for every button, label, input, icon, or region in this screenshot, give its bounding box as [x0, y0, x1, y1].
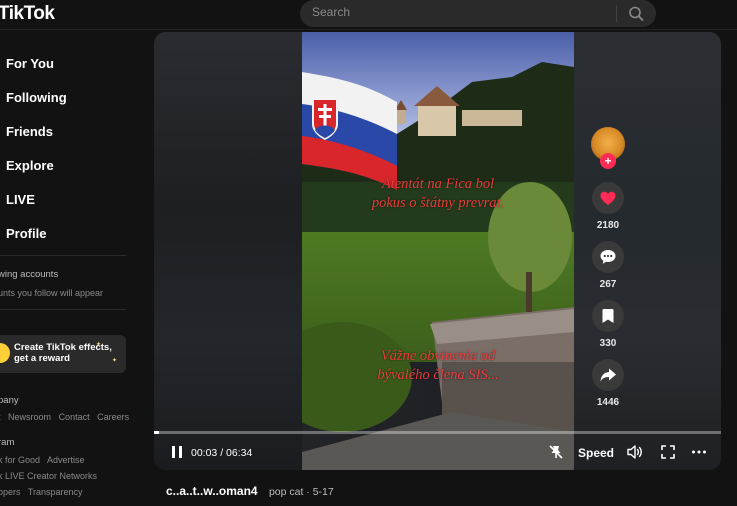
search-icon: [629, 6, 644, 21]
overlay-line: pokus o štátny prevrat.: [371, 195, 505, 211]
footer-link[interactable]: t: [0, 412, 1, 422]
footer-link-developers[interactable]: opers: [0, 487, 21, 497]
footer-link-for-good[interactable]: k for Good: [0, 455, 40, 465]
sidebar-item-for-you[interactable]: For You: [6, 56, 54, 71]
share-action[interactable]: 1446: [588, 359, 628, 408]
fullscreen-icon: [661, 445, 675, 459]
sidebar-item-explore[interactable]: Explore: [6, 158, 54, 173]
program-links-row: k LIVE Creator Networks: [0, 471, 102, 481]
create-effects-banner[interactable]: Create TikTok effects, get a reward ✦ ✦: [0, 335, 126, 373]
mini-player-button[interactable]: [547, 443, 565, 466]
company-links: t Newsroom Contact Careers: [0, 412, 134, 422]
footer-link-newsroom[interactable]: Newsroom: [8, 412, 51, 422]
sidebar-item-profile[interactable]: Profile: [6, 226, 46, 241]
search-button[interactable]: [618, 0, 656, 27]
share-count: 1446: [596, 397, 620, 408]
sidebar-divider: [0, 309, 126, 310]
more-dots-icon: [692, 450, 706, 454]
save-count: 330: [599, 338, 617, 349]
company-title: pany: [0, 395, 19, 406]
pin-off-icon: [549, 445, 563, 459]
follow-plus-button[interactable]: +: [600, 153, 616, 169]
coin-icon: [0, 343, 10, 363]
creator-username[interactable]: c..a..t..w..oman4: [166, 484, 258, 498]
program-links-row: k for Good Advertise: [0, 455, 90, 465]
search-input[interactable]: Search: [312, 5, 350, 19]
sidebar: For You Following Friends Explore LIVE P…: [0, 31, 138, 506]
pause-icon: [172, 446, 182, 458]
video-overlay-text-bottom: Vážne obvinenia od bývalého člena SIS...: [302, 347, 574, 385]
volume-icon: [627, 445, 642, 459]
sidebar-item-live[interactable]: LIVE: [6, 192, 35, 207]
sidebar-divider: [0, 255, 126, 256]
speed-button[interactable]: Speed: [578, 446, 614, 460]
player-controls: 00:03 / 06:34 Speed: [154, 434, 721, 470]
overlay-line: bývalého člena SIS...: [377, 367, 499, 383]
comment-button[interactable]: [592, 241, 624, 273]
video-player[interactable]: Atentát na Fica bol pokus o štátny prevr…: [154, 32, 721, 470]
bookmark-icon: [602, 309, 614, 323]
effects-banner-line2: get a reward: [14, 353, 70, 364]
footer-link-contact[interactable]: Contact: [59, 412, 90, 422]
overlay-line: Vážne obvinenia od: [380, 348, 496, 364]
video-frame[interactable]: Atentát na Fica bol pokus o štátny prevr…: [302, 32, 574, 470]
overlay-line: Atentát na Fica bol: [381, 176, 495, 192]
video-caption: c..a..t..w..oman4 pop cat · 5-17: [166, 484, 334, 498]
search-divider: [616, 5, 617, 22]
share-button[interactable]: [592, 359, 624, 391]
video-scene: [302, 32, 574, 470]
sparkle-icon: ✦: [112, 358, 118, 364]
like-button[interactable]: [592, 182, 624, 214]
footer-link-live-creator-networks[interactable]: k LIVE Creator Networks: [0, 471, 97, 481]
save-button[interactable]: [592, 300, 624, 332]
blurred-backdrop-left: [154, 32, 302, 470]
program-links-row: opers Transparency: [0, 487, 88, 497]
heart-icon: [600, 191, 616, 205]
following-accounts-hint: unts you follow will appear: [0, 288, 104, 298]
tiktok-logo[interactable]: TikTok: [0, 3, 55, 25]
sidebar-item-friends[interactable]: Friends: [6, 124, 53, 139]
save-action[interactable]: 330: [588, 300, 628, 349]
search-bar[interactable]: Search: [300, 0, 656, 27]
sidebar-item-following[interactable]: Following: [6, 90, 67, 105]
footer-link-careers[interactable]: Careers: [97, 412, 129, 422]
share-arrow-icon: [600, 368, 616, 382]
sparkle-icon: ✦: [96, 342, 102, 348]
video-overlay-text-top: Atentát na Fica bol pokus o štátny prevr…: [302, 175, 574, 213]
footer-link-transparency[interactable]: Transparency: [28, 487, 83, 497]
footer-link-advertise[interactable]: Advertise: [47, 455, 85, 465]
volume-button[interactable]: [626, 443, 644, 466]
like-action[interactable]: 2180: [588, 182, 628, 231]
more-options-button[interactable]: [690, 443, 708, 466]
program-title: ram: [0, 437, 15, 448]
top-header: TikTok Search: [0, 0, 737, 30]
playback-time: 00:03 / 06:34: [191, 447, 253, 459]
comment-icon: [600, 250, 616, 264]
comment-action[interactable]: 267: [588, 241, 628, 290]
following-accounts-title: wing accounts: [0, 269, 59, 280]
like-count: 2180: [596, 220, 620, 231]
comment-count: 267: [599, 279, 617, 290]
fullscreen-button[interactable]: [659, 443, 677, 466]
creator-nickname-date: pop cat · 5-17: [268, 486, 334, 498]
pause-button[interactable]: [169, 444, 185, 465]
